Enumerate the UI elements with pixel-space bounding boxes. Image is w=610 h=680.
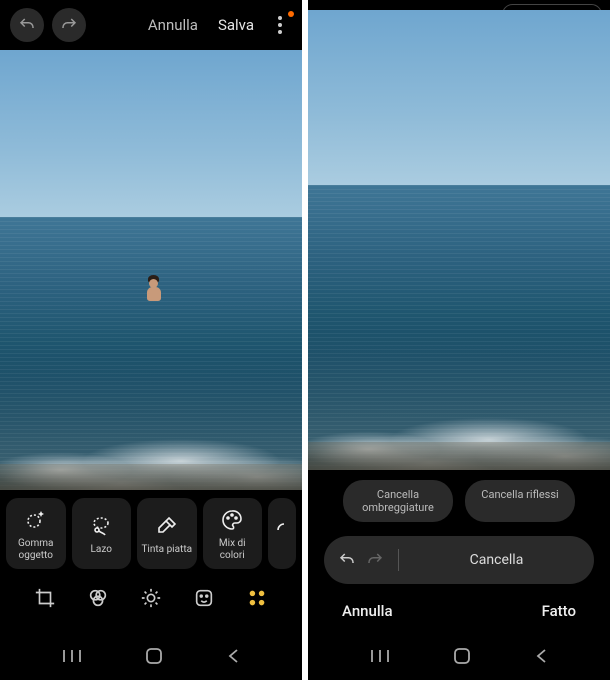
tool-label: Tinta piatta — [141, 544, 192, 556]
tab-more[interactable] — [246, 587, 268, 609]
recents-button[interactable] — [370, 648, 390, 664]
palette-icon — [220, 508, 244, 532]
tab-adjust[interactable] — [140, 587, 162, 609]
category-tabs — [0, 573, 302, 617]
tool-mix-colori[interactable]: Mix di colori — [203, 498, 263, 569]
tab-filters[interactable] — [87, 587, 109, 609]
erase-options: Cancella ombreggiature Cancella riflessi — [308, 470, 610, 530]
adjust-icon — [140, 587, 162, 609]
bottom-buttons: Annulla Fatto — [308, 584, 610, 626]
tools-bar: Gomma oggetto Lazo Tinta piatta Mix di c… — [0, 490, 302, 573]
home-button[interactable] — [453, 647, 471, 665]
grid-icon — [246, 587, 268, 609]
editor-screen-after: Lazo magnetico Cancella ombreggiature Ca… — [308, 0, 610, 680]
erase-button[interactable]: Cancella — [413, 552, 580, 568]
tool-label: Gomma oggetto — [18, 538, 54, 561]
eraser-sparkle-icon — [24, 508, 48, 532]
eyedropper-icon — [155, 514, 179, 538]
action-bar: Cancella — [324, 536, 594, 584]
partial-icon — [275, 522, 289, 546]
sky-region — [0, 50, 302, 217]
tool-gomma-oggetto[interactable]: Gomma oggetto — [6, 498, 66, 569]
notification-dot-icon — [288, 11, 294, 17]
sky-region — [308, 10, 610, 185]
lasso-icon — [89, 514, 113, 538]
android-navbar — [308, 638, 610, 680]
tool-more-cut[interactable] — [268, 498, 296, 569]
erase-reflections-button[interactable]: Cancella riflessi — [465, 480, 575, 522]
tool-label: Lazo — [91, 544, 112, 556]
editor-screen-before: Annulla Salva Gomma oggetto La — [0, 0, 302, 680]
cancel-button[interactable]: Annulla — [342, 602, 393, 620]
shore-region — [0, 464, 302, 490]
crop-icon — [34, 587, 56, 609]
back-button[interactable] — [534, 648, 548, 664]
tab-stickers[interactable] — [193, 587, 215, 609]
redo-button[interactable] — [52, 8, 86, 42]
overflow-menu-button[interactable] — [268, 13, 292, 37]
tool-tinta-piatta[interactable]: Tinta piatta — [137, 498, 197, 569]
done-button[interactable]: Fatto — [542, 602, 576, 620]
undo-button[interactable] — [10, 8, 44, 42]
topbar: Annulla Salva — [0, 0, 302, 50]
tool-lazo[interactable]: Lazo — [72, 498, 132, 569]
cancel-button[interactable]: Annulla — [142, 16, 204, 34]
image-canvas[interactable] — [308, 10, 610, 470]
tool-label: Mix di colori — [219, 538, 246, 561]
home-button[interactable] — [145, 647, 163, 665]
redo-button[interactable] — [366, 551, 384, 569]
save-button[interactable]: Salva — [212, 16, 260, 34]
back-button[interactable] — [226, 648, 240, 664]
sticker-icon — [193, 587, 215, 609]
undo-button[interactable] — [338, 551, 356, 569]
android-navbar — [0, 638, 302, 680]
shore-region — [308, 442, 610, 470]
filters-icon — [87, 587, 109, 609]
recents-button[interactable] — [62, 648, 82, 664]
separator — [398, 549, 399, 571]
tab-crop[interactable] — [34, 587, 56, 609]
erase-shadows-button[interactable]: Cancella ombreggiature — [343, 480, 453, 522]
image-canvas[interactable] — [0, 50, 302, 490]
person-subject — [145, 279, 163, 303]
